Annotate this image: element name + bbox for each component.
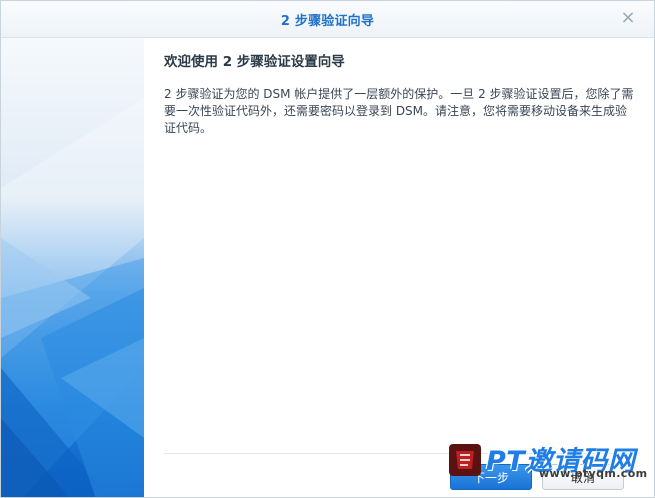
sidebar-graphic	[1, 38, 144, 497]
cancel-button[interactable]: 取消	[542, 464, 624, 490]
wizard-content: 欢迎使用 2 步骤验证设置向导 2 步骤验证为您的 DSM 帐户提供了一层额外的…	[164, 38, 640, 437]
wizard-window: 2 步骤验证向导 × 欢迎使用 2 步骤验证设置向导 2 步骤验证为您的 DSM…	[0, 0, 655, 498]
close-icon[interactable]: ×	[620, 9, 636, 27]
next-button[interactable]: 下一步	[450, 464, 532, 490]
page-heading: 欢迎使用 2 步骤验证设置向导	[164, 54, 345, 70]
window-title: 2 步骤验证向导	[280, 13, 375, 29]
footer-divider	[164, 453, 640, 454]
description-text: 2 步骤验证为您的 DSM 帐户提供了一层额外的保护。一旦 2 步骤验证设置后，…	[164, 87, 634, 135]
sidebar-decoration	[1, 38, 144, 497]
title-bar: 2 步骤验证向导 ×	[1, 1, 654, 38]
